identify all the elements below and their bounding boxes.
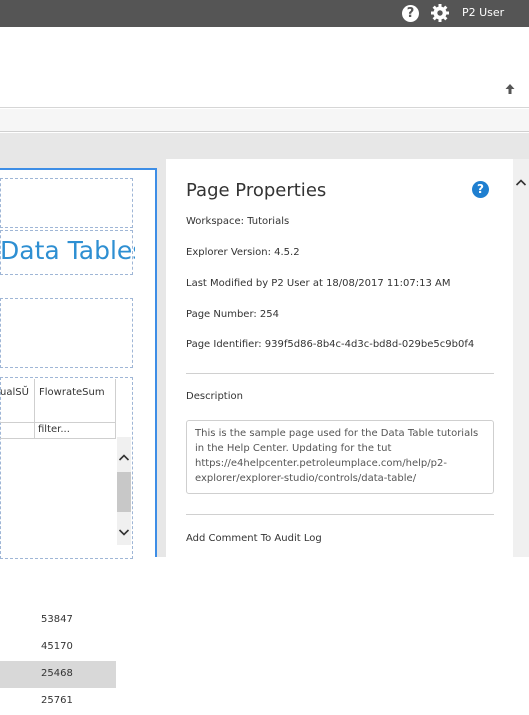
description-label: Description: [186, 391, 243, 402]
help-icon[interactable]: ?: [402, 5, 419, 22]
cell-value: 53847: [41, 614, 73, 625]
panel-scrollbar[interactable]: [513, 159, 529, 557]
chevron-up-icon[interactable]: [514, 176, 528, 190]
user-menu[interactable]: P2 User: [462, 6, 504, 19]
help-icon[interactable]: ?: [472, 181, 489, 198]
toolbar-strip: [0, 109, 529, 132]
divider: [186, 373, 494, 374]
page-properties-panel: Page Properties ? Workspace: Tutorials E…: [166, 159, 513, 557]
table-row[interactable]: 53847: [0, 607, 116, 634]
cell-value: 45170: [41, 641, 73, 652]
divider: [186, 514, 494, 515]
top-bar: ? P2 User: [0, 0, 529, 27]
page-heading: Data Tables: [0, 236, 135, 265]
filter-input[interactable]: filter...: [35, 423, 116, 439]
table-row[interactable]: 25761: [0, 688, 116, 715]
page-number-label: Page Number: 254: [186, 309, 280, 320]
panel-title: Page Properties: [186, 180, 327, 201]
column-header[interactable]: FlowrateSum: [35, 379, 116, 423]
layout-cell[interactable]: [0, 178, 133, 228]
workspace-label: Workspace: Tutorials: [186, 216, 290, 227]
layout-cell[interactable]: [0, 298, 133, 368]
arrow-up-icon[interactable]: [503, 82, 517, 96]
column-header[interactable]: ualSŬ: [0, 379, 35, 423]
chevron-up-icon[interactable]: [117, 451, 131, 465]
filter-input[interactable]: [0, 423, 35, 439]
table-row[interactable]: 25468: [0, 661, 116, 688]
table-scrollbar-thumb[interactable]: [117, 472, 131, 512]
page-editor[interactable]: Data Tables ualSŬ FlowrateSum filter... …: [0, 168, 157, 706]
page-identifier-label: Page Identifier: 939f5d86-8b4c-4d3c-bd8d…: [186, 339, 475, 350]
cell-value: 25761: [41, 695, 73, 706]
gear-icon[interactable]: [430, 3, 450, 23]
audit-comment-label: Add Comment To Audit Log: [186, 533, 322, 544]
chevron-down-icon[interactable]: [117, 525, 131, 539]
last-modified-label: Last Modified by P2 User at 18/08/2017 1…: [186, 278, 451, 289]
cell-value: 25468: [41, 668, 73, 679]
table-row[interactable]: 45170: [0, 634, 116, 661]
page-header: [0, 27, 529, 108]
description-field[interactable]: This is the sample page used for the Dat…: [186, 420, 494, 494]
explorer-version-label: Explorer Version: 4.5.2: [186, 247, 300, 258]
